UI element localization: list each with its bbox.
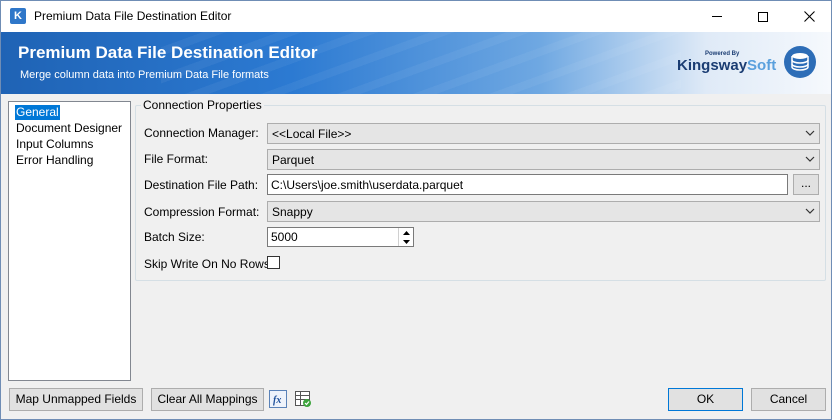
- compression-format-value: Snappy: [272, 205, 313, 219]
- batch-size-label: Batch Size:: [144, 230, 205, 244]
- minimize-button[interactable]: [694, 1, 740, 32]
- batch-size-input[interactable]: [268, 228, 413, 246]
- connection-properties-legend: Connection Properties: [141, 98, 264, 112]
- nav-item-error-handling[interactable]: Error Handling: [15, 153, 94, 168]
- editor-window: K Premium Data File Destination Editor P…: [0, 0, 832, 420]
- compression-format-label: Compression Format:: [144, 205, 260, 219]
- header-banner: Premium Data File Destination Editor Mer…: [1, 32, 831, 94]
- brand-name: KingswaySoft: [677, 57, 777, 74]
- banner-title: Premium Data File Destination Editor: [18, 43, 318, 62]
- chevron-down-icon: [805, 130, 815, 136]
- file-format-select[interactable]: Parquet: [267, 149, 820, 170]
- connection-manager-select[interactable]: <<Local File>>: [267, 123, 820, 144]
- chevron-down-icon: [805, 156, 815, 162]
- close-button[interactable]: [786, 1, 832, 32]
- title-bar: K Premium Data File Destination Editor: [1, 1, 831, 32]
- table-map-icon[interactable]: [294, 390, 312, 408]
- skip-write-checkbox[interactable]: [267, 256, 280, 269]
- navigation-list: General Document Designer Input Columns …: [8, 101, 131, 381]
- minimize-icon: [712, 16, 722, 17]
- destination-path-label: Destination File Path:: [144, 178, 259, 192]
- browse-button[interactable]: ...: [793, 174, 819, 195]
- map-unmapped-fields-button[interactable]: Map Unmapped Fields: [9, 388, 143, 411]
- cancel-button[interactable]: Cancel: [751, 388, 826, 411]
- destination-path-input[interactable]: [268, 175, 787, 194]
- database-icon: [784, 46, 816, 78]
- batch-size-spin-buttons: [398, 228, 413, 246]
- connection-manager-label: Connection Manager:: [144, 126, 259, 140]
- clear-all-mappings-button[interactable]: Clear All Mappings: [151, 388, 264, 411]
- ok-button[interactable]: OK: [668, 388, 743, 411]
- maximize-icon: [758, 11, 768, 22]
- nav-item-document-designer[interactable]: Document Designer: [15, 121, 123, 136]
- chevron-down-icon: [805, 208, 815, 214]
- file-format-label: File Format:: [144, 152, 209, 166]
- function-fx-icon[interactable]: fx: [269, 390, 287, 408]
- app-logo-icon: K: [10, 8, 26, 24]
- file-format-value: Parquet: [272, 153, 315, 167]
- window-title: Premium Data File Destination Editor: [34, 9, 232, 23]
- compression-format-select[interactable]: Snappy: [267, 201, 820, 222]
- banner-subtitle: Merge column data into Premium Data File…: [20, 69, 269, 81]
- batch-size-stepper[interactable]: [267, 227, 414, 247]
- connection-manager-value: <<Local File>>: [272, 127, 352, 141]
- skip-write-label: Skip Write On No Rows:: [144, 257, 274, 271]
- destination-path-field[interactable]: [267, 174, 788, 195]
- spin-down-button[interactable]: [399, 237, 413, 246]
- kingswaysoft-logo: Powered By KingswaySoft: [677, 51, 776, 77]
- close-icon: [803, 11, 815, 22]
- nav-item-input-columns[interactable]: Input Columns: [15, 137, 94, 152]
- nav-item-general[interactable]: General: [15, 105, 60, 120]
- maximize-button[interactable]: [740, 1, 786, 32]
- svg-text:fx: fx: [273, 395, 281, 406]
- caret-down-icon: [402, 239, 410, 244]
- spin-up-button[interactable]: [399, 228, 413, 237]
- caret-up-icon: [402, 230, 410, 235]
